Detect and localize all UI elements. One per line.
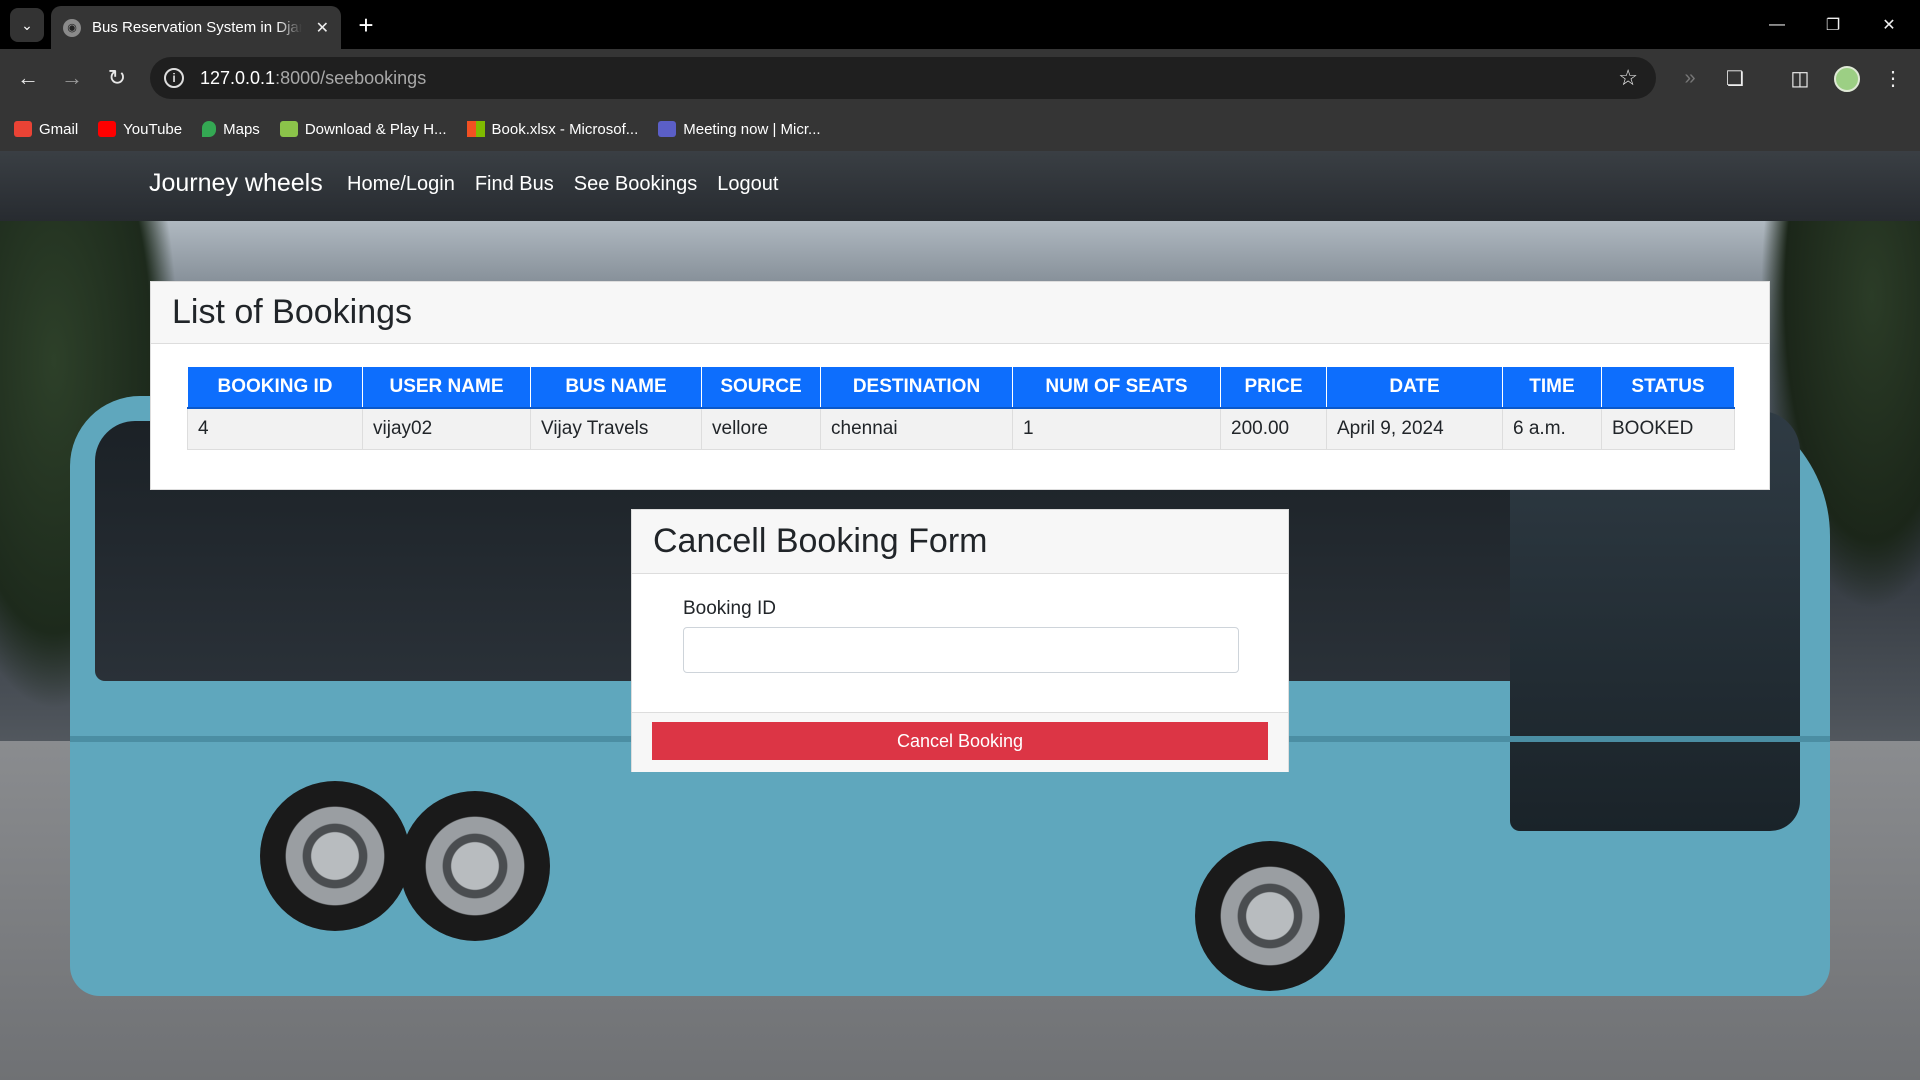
background-bus-wheel: [260, 781, 410, 931]
card-header: List of Bookings: [151, 282, 1769, 344]
cancel-booking-button[interactable]: Cancel Booking: [652, 722, 1268, 760]
background-bus-wheel: [400, 791, 550, 941]
nav-links: Home/Login Find Bus See Bookings Logout: [347, 173, 798, 196]
chevron-down-icon: ⌄: [21, 16, 33, 33]
bookmark-meeting[interactable]: Meeting now | Micr...: [658, 120, 821, 138]
column-header: BUS NAME: [530, 366, 702, 409]
browser-toolbar: ← → ↻ i 127.0.0.1:8000/seebookings ☆ » ❏…: [0, 49, 1920, 107]
bookmark-label: Gmail: [39, 120, 79, 138]
bookmark-label: Maps: [223, 120, 260, 138]
column-header: STATUS: [1601, 366, 1735, 409]
puzzle-icon[interactable]: ❏: [1720, 63, 1750, 93]
info-icon[interactable]: i: [164, 68, 184, 88]
tab-search-button[interactable]: ⌄: [10, 8, 44, 42]
youtube-icon: [98, 121, 117, 137]
form-title: Cancell Booking Form: [653, 522, 988, 560]
star-icon[interactable]: ☆: [1618, 65, 1638, 91]
tab-title: Bus Reservation System in Django: [92, 19, 302, 36]
cell-num-of-seats: 1: [1012, 407, 1221, 450]
close-icon: ✕: [1882, 17, 1896, 34]
cell-status: BOOKED: [1601, 407, 1735, 450]
column-header: DATE: [1326, 366, 1503, 409]
bookmark-youtube[interactable]: YouTube: [98, 121, 182, 138]
bookmark-download-play[interactable]: Download & Play H...: [279, 120, 447, 138]
arrow-left-icon: ←: [17, 65, 39, 90]
plus-icon: +: [358, 9, 374, 40]
cell-bus-name: Vijay Travels: [530, 407, 702, 450]
new-tab-button[interactable]: +: [351, 10, 381, 40]
bookings-card: List of Bookings BOOKING ID USER NAME BU…: [150, 281, 1770, 490]
side-panel-icon[interactable]: ◫: [1785, 63, 1815, 93]
extension-icon[interactable]: »: [1675, 63, 1705, 93]
back-button[interactable]: ←: [12, 62, 44, 94]
column-header: USER NAME: [362, 366, 531, 409]
bookmark-label: Book.xlsx - Microsof...: [491, 120, 639, 138]
background-bus-wheel: [1195, 841, 1345, 991]
game-icon: [279, 121, 298, 137]
booking-id-label: Booking ID: [683, 598, 776, 619]
arrow-right-icon: →: [61, 65, 83, 90]
microsoft-icon: [466, 121, 485, 137]
cell-time: 6 a.m.: [1502, 407, 1602, 450]
brand-link[interactable]: Journey wheels: [149, 169, 323, 198]
bookmark-label: YouTube: [123, 120, 183, 138]
reload-button[interactable]: ↻: [101, 62, 133, 94]
cell-destination: chennai: [820, 407, 1013, 450]
close-window-button[interactable]: ✕: [1866, 8, 1912, 42]
cell-price: 200.00: [1220, 407, 1327, 450]
column-header: DESTINATION: [820, 366, 1013, 409]
browser-tabstrip: ⌄ ◉ Bus Reservation System in Django ✕ +…: [0, 0, 1920, 49]
booking-id-input[interactable]: [683, 627, 1239, 673]
bookmark-book-xlsx[interactable]: Book.xlsx - Microsof...: [466, 120, 639, 138]
maps-icon: [202, 121, 217, 137]
bookings-table: BOOKING ID USER NAME BUS NAME SOURCE DES…: [187, 366, 1735, 450]
nav-home-login[interactable]: Home/Login: [347, 173, 455, 196]
nav-find-bus[interactable]: Find Bus: [475, 173, 554, 196]
cell-user-name: vijay02: [362, 407, 531, 450]
avatar[interactable]: [1834, 66, 1860, 92]
form-footer: Cancel Booking: [632, 712, 1288, 772]
column-header: SOURCE: [701, 366, 821, 409]
bookmarks-bar: Gmail YouTube Maps Download & Play H... …: [0, 107, 1920, 151]
forward-button[interactable]: →: [56, 62, 88, 94]
minimize-icon: —: [1769, 16, 1785, 33]
nav-see-bookings[interactable]: See Bookings: [574, 173, 697, 196]
bookmark-gmail[interactable]: Gmail: [14, 121, 78, 138]
cell-date: April 9, 2024: [1326, 407, 1503, 450]
column-header: TIME: [1502, 366, 1602, 409]
restore-button[interactable]: ❐: [1810, 8, 1856, 42]
more-menu-icon[interactable]: ⋮: [1878, 63, 1908, 93]
cell-source: vellore: [701, 407, 821, 450]
cell-booking-id: 4: [187, 407, 363, 450]
address-bar[interactable]: i 127.0.0.1:8000/seebookings ☆: [150, 57, 1656, 99]
site-navbar: Journey wheels Home/Login Find Bus See B…: [0, 151, 1920, 221]
column-header: NUM OF SEATS: [1012, 366, 1221, 409]
card-header: Cancell Booking Form: [632, 510, 1288, 574]
url-host: 127.0.0.1: [200, 67, 276, 88]
restore-icon: ❐: [1825, 17, 1841, 34]
bookmark-label: Meeting now | Micr...: [683, 120, 821, 138]
globe-icon: ◉: [63, 18, 81, 37]
gmail-icon: [14, 121, 32, 137]
teams-icon: [658, 121, 677, 137]
page-viewport: Journey wheels Home/Login Find Bus See B…: [0, 151, 1920, 1080]
column-header: PRICE: [1220, 366, 1327, 409]
browser-tab[interactable]: ◉ Bus Reservation System in Django ✕: [51, 6, 341, 49]
minimize-button[interactable]: —: [1754, 8, 1800, 42]
form-body: Booking ID: [632, 574, 1288, 673]
url-path: :8000/seebookings: [275, 67, 427, 88]
page-title: List of Bookings: [172, 293, 413, 331]
column-header: BOOKING ID: [187, 366, 363, 409]
bookmark-maps[interactable]: Maps: [202, 121, 260, 138]
table-header-row: BOOKING ID USER NAME BUS NAME SOURCE DES…: [187, 366, 1735, 409]
table-row: 4 vijay02 Vijay Travels vellore chennai …: [187, 407, 1735, 450]
bookmark-label: Download & Play H...: [304, 120, 447, 138]
reload-icon: ↻: [107, 65, 127, 90]
close-icon[interactable]: ✕: [316, 18, 329, 38]
cancel-booking-card: Cancell Booking Form Booking ID Cancel B…: [631, 509, 1289, 772]
nav-logout[interactable]: Logout: [717, 173, 778, 196]
